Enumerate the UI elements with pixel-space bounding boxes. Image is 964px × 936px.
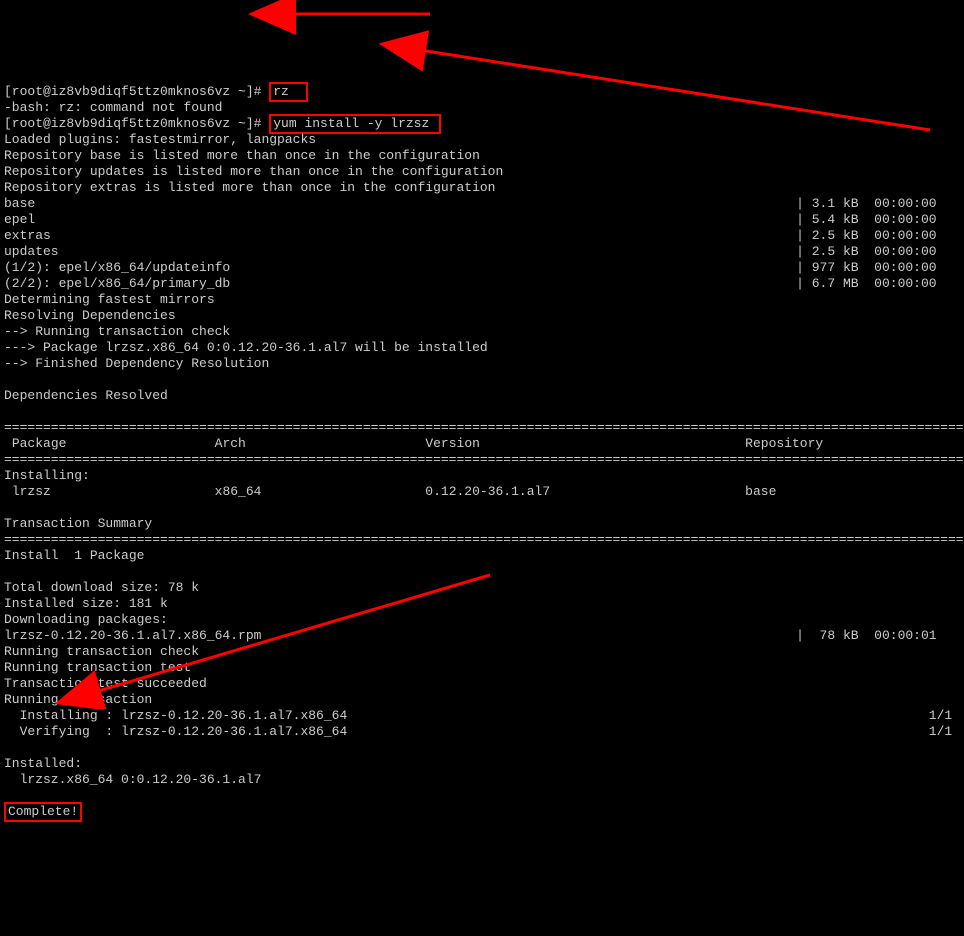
installing-row: Installing : lrzsz-0.12.20-36.1.al7.x86_… [4, 708, 960, 724]
test-ok: Transaction test succeeded [4, 676, 207, 691]
downloading: Downloading packages: [4, 612, 168, 627]
dbl-rule: ========================================… [4, 452, 964, 467]
pkg-will-install: ---> Package lrzsz.x86_64 0:0.12.20-36.1… [4, 340, 488, 355]
repo-warn-extras: Repository extras is listed more than on… [4, 180, 495, 195]
installed-pkg: lrzsz.x86_64 0:0.12.20-36.1.al7 [4, 772, 261, 787]
verifying-row: Verifying : lrzsz-0.12.20-36.1.al7.x86_6… [4, 724, 960, 740]
complete-highlight: Complete! [4, 802, 82, 822]
resolving: Resolving Dependencies [4, 308, 176, 323]
repo-warn-base: Repository base is listed more than once… [4, 148, 480, 163]
hdr-repo: Repository [745, 436, 823, 451]
mirrors: Determining fastest mirrors [4, 292, 215, 307]
install-count: Install 1 Package [4, 548, 144, 563]
total-dl: Total download size: 78 k [4, 580, 199, 595]
repo-row: updates| 2.5 kB 00:00:00 [4, 244, 960, 260]
repo-row: base| 3.1 kB 00:00:00 [4, 196, 960, 212]
prompt-2: [root@iz8vb9diqf5ttz0mknos6vz ~]# yum in… [4, 116, 441, 131]
dl-row: (2/2): epel/x86_64/primary_db| 6.7 MB 00… [4, 276, 960, 292]
cmd-rz-highlight: rz [269, 82, 308, 102]
yum-loaded: Loaded plugins: fastestmirror, langpacks [4, 132, 316, 147]
installing-label: Installing: [4, 468, 90, 483]
installed-label: Installed: [4, 756, 82, 771]
cmd-yum-highlight: yum install -y lrzsz [269, 114, 441, 134]
repo-row: extras| 2.5 kB 00:00:00 [4, 228, 960, 244]
dbl-rule: ========================================… [4, 532, 964, 547]
run-test: Running transaction test [4, 660, 191, 675]
pkg-arch: x86_64 [215, 484, 262, 499]
pkg-version: 0.12.20-36.1.al7 [425, 484, 550, 499]
dbl-rule: ========================================… [4, 420, 964, 435]
terminal-output: [root@iz8vb9diqf5ttz0mknos6vz ~]# rz -ba… [0, 64, 964, 824]
run-check: Running transaction check [4, 644, 199, 659]
finished-dep: --> Finished Dependency Resolution [4, 356, 269, 371]
rpm-row: lrzsz-0.12.20-36.1.al7.x86_64.rpm| 78 kB… [4, 628, 960, 644]
installed-size: Installed size: 181 k [4, 596, 168, 611]
prompt-1: [root@iz8vb9diqf5ttz0mknos6vz ~]# rz [4, 84, 308, 99]
hdr-arch: Arch [215, 436, 246, 451]
pkg-repo: base [745, 484, 776, 499]
trans-summary: Transaction Summary [4, 516, 152, 531]
run-trans: Running transaction [4, 692, 152, 707]
repo-warn-updates: Repository updates is listed more than o… [4, 164, 503, 179]
repo-row: epel| 5.4 kB 00:00:00 [4, 212, 960, 228]
hdr-package: Package [12, 436, 67, 451]
deps-resolved: Dependencies Resolved [4, 388, 168, 403]
err-rz: -bash: rz: command not found [4, 100, 222, 115]
hdr-version: Version [425, 436, 480, 451]
dl-row: (1/2): epel/x86_64/updateinfo| 977 kB 00… [4, 260, 960, 276]
pkg-name: lrzsz [12, 484, 51, 499]
running-check: --> Running transaction check [4, 324, 230, 339]
